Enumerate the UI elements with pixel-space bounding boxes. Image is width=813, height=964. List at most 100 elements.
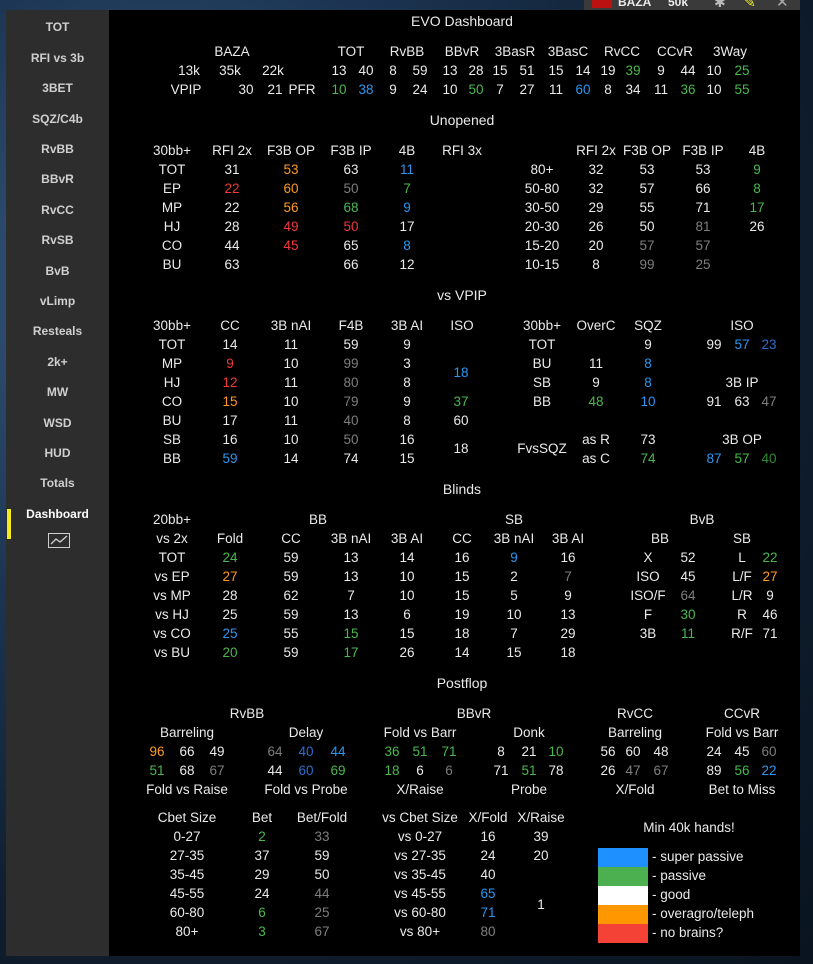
sidebar-item-2k[interactable]: 2k+ [6, 355, 109, 369]
bvb-value: 22 [762, 550, 778, 565]
summary-vpip-label: VPIP [170, 82, 202, 97]
sidebar-item-3bet[interactable]: 3BET [6, 81, 109, 95]
vsvpip-value: 11 [283, 413, 299, 428]
unopened-value: 7 [403, 181, 411, 196]
unopened-header: 4B [748, 143, 766, 158]
unopened-value: 9 [753, 162, 761, 177]
summary-value: 55 [734, 82, 750, 97]
vsvpip-row-label: BB [162, 451, 182, 466]
vsvpip-value: 79 [343, 394, 359, 409]
postflop-value: 40 [298, 744, 314, 759]
unopened-value: 26 [749, 219, 765, 234]
vscbet-row-label: vs 0-27 [397, 829, 443, 844]
sidebar-item-vlimp[interactable]: vLimp [6, 294, 109, 308]
cbet-header: Bet [251, 810, 273, 825]
unopened-value: 57 [639, 238, 655, 253]
sidebar-item-mw[interactable]: MW [6, 385, 109, 399]
unopened-value: 49 [283, 219, 299, 234]
unopened-row-label: 30-50 [524, 200, 560, 215]
vsvpip-value: 8 [403, 413, 411, 428]
legend-item-label: - no brains? [652, 925, 724, 940]
unopened-value: 53 [639, 162, 655, 177]
vsvpip-right-value: 57 [734, 337, 750, 352]
vsvpip-value: 48 [588, 394, 604, 409]
vscbet-value: 40 [480, 867, 496, 882]
vsvpip-header: OverC [576, 318, 616, 333]
vscbet-row-label: vs 60-80 [394, 905, 446, 920]
vscbet-value: 39 [533, 829, 549, 844]
vsvpip-value: 59 [343, 337, 359, 352]
sidebar-item-tot[interactable]: TOT [6, 20, 109, 34]
postflop-footer-label: Fold vs Raise [146, 782, 228, 797]
blinds-value: 26 [399, 645, 415, 660]
vscbet-value: 1 [537, 897, 545, 912]
summary-value: 10 [331, 82, 347, 97]
blinds-header: 3B nAI [330, 531, 372, 546]
summary-value: 24 [412, 82, 428, 97]
sidebar-item-rvsb[interactable]: RvSB [6, 233, 109, 247]
cbet-value: 50 [314, 867, 330, 882]
sidebar-item-resteals[interactable]: Resteals [6, 324, 109, 338]
blinds-row-label: vs HJ [155, 607, 189, 622]
bvb-value: 9 [766, 588, 774, 603]
cbet-value: 2 [258, 829, 266, 844]
vsvpip-right-header: 3B OP [722, 432, 762, 447]
unopened-value: 11 [399, 162, 415, 177]
unopened-value: 22 [224, 200, 240, 215]
summary-value: 50 [468, 82, 484, 97]
summary-value: 8 [389, 63, 397, 78]
bvb-header: SB [732, 531, 752, 546]
sidebar-item-rvbb[interactable]: RvBB [6, 142, 109, 156]
unopened-row-label: HJ [163, 219, 181, 234]
vsvpip-right-value: 47 [761, 394, 777, 409]
section-vs-vpip: vs VPIP [437, 287, 487, 303]
postflop-footer-label: X/Raise [396, 782, 444, 797]
bvb-row-label: ISO [636, 569, 660, 584]
sidebar-item-bvb[interactable]: BvB [6, 264, 109, 278]
postflop-value: 71 [441, 744, 457, 759]
blinds-value: 13 [560, 607, 576, 622]
sidebar-item-totals[interactable]: Totals [6, 476, 109, 490]
postflop-value: 44 [330, 744, 346, 759]
cbet-header: Bet/Fold [296, 810, 348, 825]
unopened-value: 53 [283, 162, 299, 177]
postflop-value: 69 [330, 763, 346, 778]
bvb-value: 64 [680, 588, 696, 603]
sidebar-item-wsd[interactable]: WSD [6, 416, 109, 430]
cbet-row-label: 35-45 [169, 867, 205, 882]
vsvpip-value: 9 [644, 337, 652, 352]
summary-value: 28 [468, 63, 484, 78]
blinds-value: 10 [399, 569, 415, 584]
legend-swatch-super-passive [598, 848, 648, 867]
summary-cell: 21 [267, 82, 283, 97]
sidebar-item-sqz-c4b[interactable]: SQZ/C4b [6, 112, 109, 126]
blinds-value: 62 [283, 588, 299, 603]
summary-pfr-label: PFR [288, 82, 316, 97]
cbet-row-label: 0-27 [173, 829, 201, 844]
unopened-value: 81 [695, 219, 711, 234]
vsvpip-header: 30bb+ [523, 318, 561, 333]
unopened-header: F3B OP [622, 143, 672, 158]
vsvpip-row-label: SB [162, 432, 182, 447]
sidebar-item-rvcc[interactable]: RvCC [6, 203, 109, 217]
postflop-value: 45 [734, 744, 750, 759]
vsvpip-value: 8 [644, 356, 652, 371]
blinds-value: 10 [399, 588, 415, 603]
chart-icon[interactable] [48, 533, 70, 553]
sidebar-item-hud[interactable]: HUD [6, 446, 109, 460]
vsvpip-value: 16 [222, 432, 238, 447]
blinds-value: 55 [283, 626, 299, 641]
cbet-row-label: 27-35 [169, 848, 205, 863]
summary-value: 19 [600, 63, 616, 78]
summary-value: 8 [604, 82, 612, 97]
postflop-value: 6 [445, 763, 453, 778]
cbet-header: Cbet Size [157, 810, 217, 825]
unopened-row-label: 10-15 [524, 257, 560, 272]
sidebar-item-bbvr[interactable]: BBvR [6, 172, 109, 186]
vsvpip-value: 14 [222, 337, 238, 352]
vsvpip-value: 10 [283, 394, 299, 409]
blinds-value: 13 [343, 550, 359, 565]
sidebar-item-dashboard[interactable]: Dashboard [6, 507, 109, 521]
legend-item-label: - super passive [652, 849, 744, 864]
sidebar-item-rfi-vs-3b[interactable]: RFI vs 3b [6, 51, 109, 65]
